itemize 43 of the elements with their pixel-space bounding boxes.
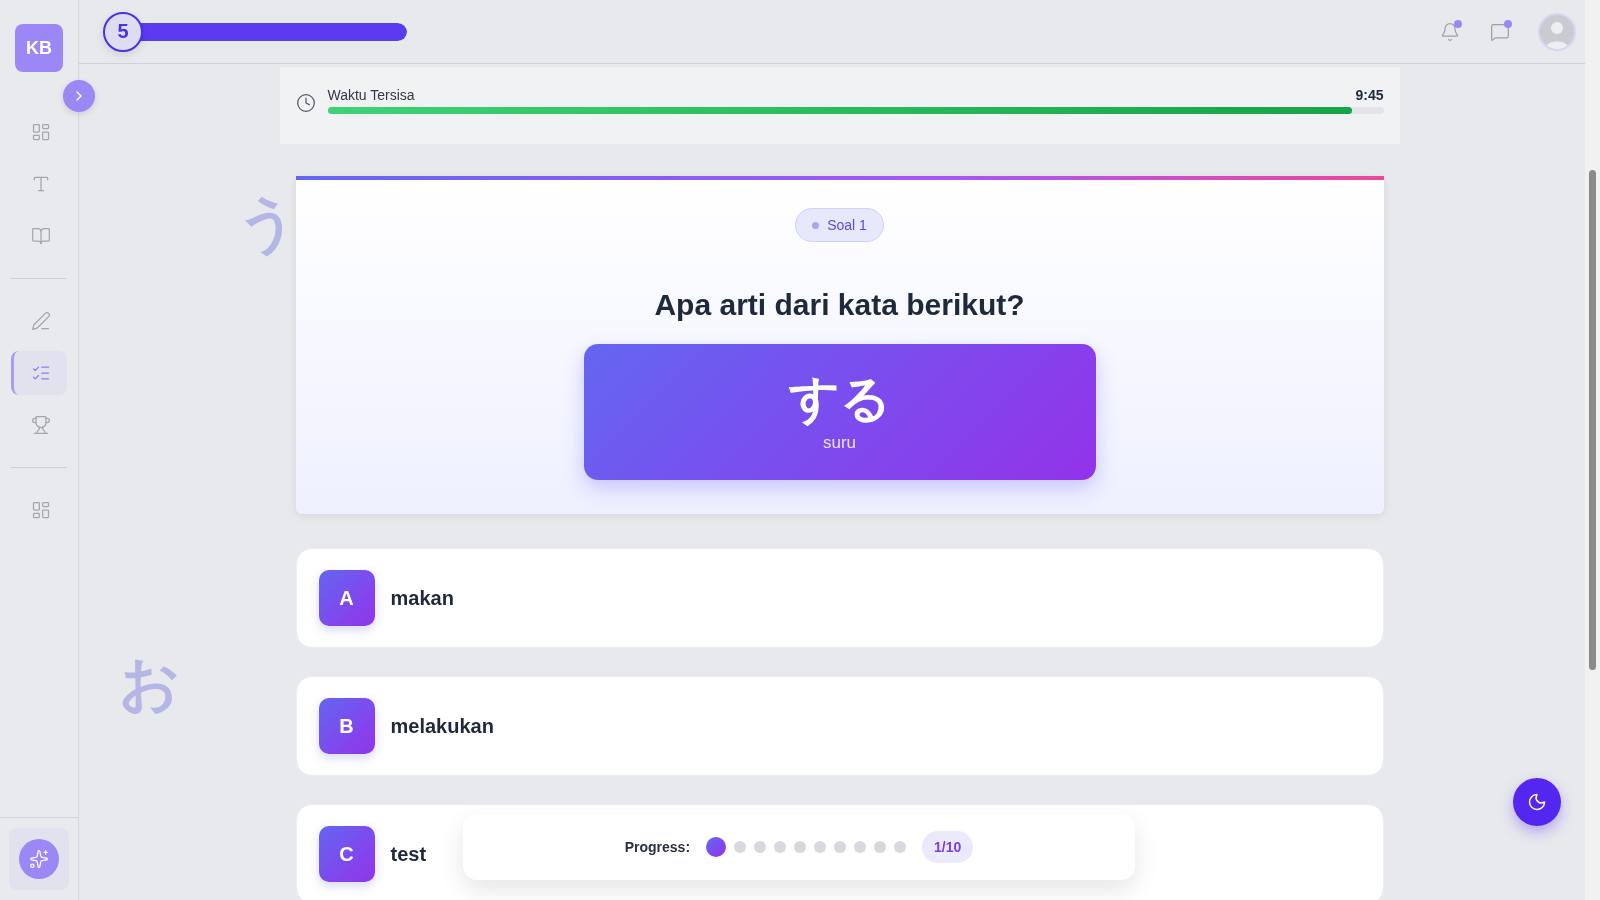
clock-icon — [295, 93, 316, 113]
moon-icon — [1527, 792, 1547, 812]
answer-option[interactable]: B melakukan — [295, 676, 1384, 776]
option-text: test — [390, 842, 427, 866]
message-button[interactable] — [1488, 19, 1512, 44]
progress-dot[interactable] — [854, 841, 867, 853]
grid-icon — [30, 122, 51, 142]
japanese-word: する — [788, 371, 891, 427]
progress-dot[interactable] — [774, 841, 787, 853]
option-letter: A — [318, 570, 375, 626]
progress-counter: 1/10 — [922, 831, 974, 863]
avatar[interactable] — [1538, 12, 1576, 51]
option-text: melakukan — [390, 714, 494, 738]
option-text: makan — [390, 586, 454, 610]
progress-dot[interactable] — [814, 841, 827, 853]
option-letter: B — [318, 698, 375, 754]
book-icon — [30, 226, 51, 246]
sidebar-toggle-button[interactable] — [63, 80, 95, 112]
dark-mode-button[interactable] — [1513, 778, 1561, 826]
progress-dot[interactable] — [794, 841, 807, 853]
option-letter: C — [318, 826, 375, 882]
sparkle-button[interactable] — [9, 828, 69, 890]
timer-label: Waktu Tersisa — [327, 87, 415, 103]
sparkle-icon — [29, 849, 49, 869]
progress-dot[interactable] — [706, 837, 727, 857]
progress-dot[interactable] — [874, 841, 887, 853]
progress-dot[interactable] — [834, 841, 847, 853]
progress-dot[interactable] — [754, 841, 767, 853]
pencil-icon — [30, 311, 51, 331]
timer-value: 9:45 — [1355, 87, 1384, 103]
progress-dot[interactable] — [894, 841, 907, 853]
scrollbar[interactable] — [1585, 0, 1600, 900]
question-number: Soal 1 — [827, 217, 867, 233]
word-reading: suru — [822, 432, 857, 453]
answer-option[interactable]: A makan — [295, 548, 1384, 648]
status-dot — [812, 221, 820, 229]
level-badge: 5 — [103, 11, 143, 52]
sidebar-item[interactable] — [11, 351, 67, 395]
grid-icon — [30, 500, 51, 520]
progress-dot[interactable] — [734, 841, 747, 853]
trophy-icon — [30, 415, 51, 435]
question-prompt: Apa arti dari kata berikut? — [654, 288, 1025, 322]
progress-label: Progress: — [624, 839, 691, 855]
